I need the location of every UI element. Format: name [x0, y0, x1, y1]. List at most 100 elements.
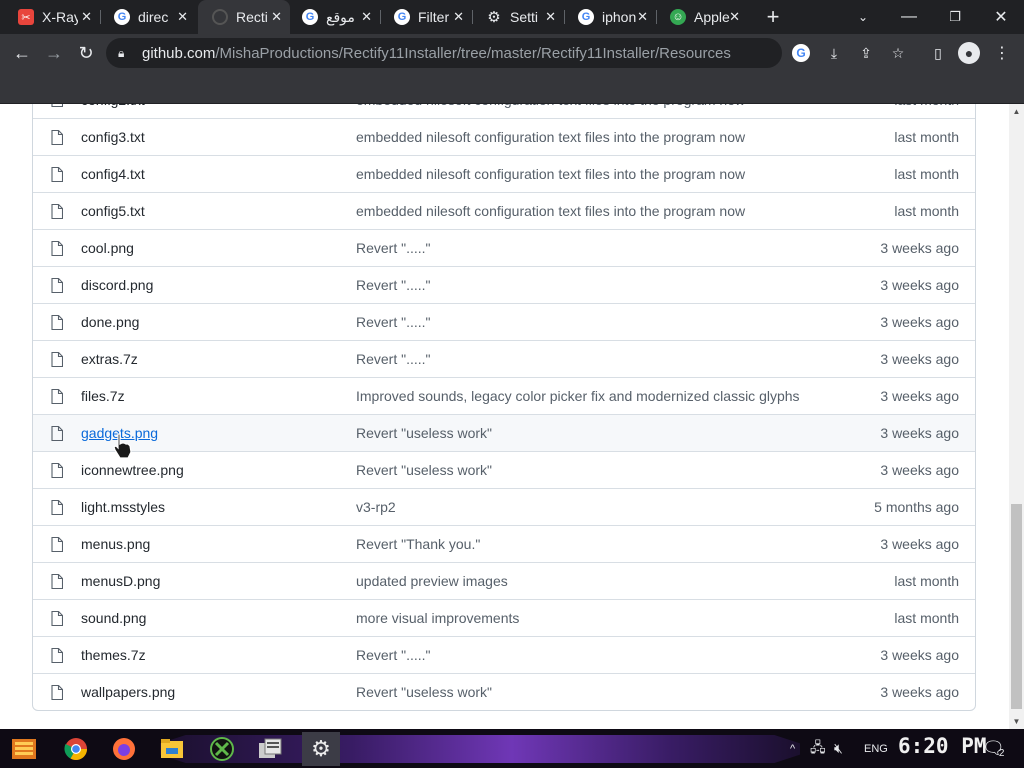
settings-taskbar-button[interactable]: ⚙ — [302, 732, 340, 766]
file-row[interactable]: sound.png more visual improvements last mo… — [33, 599, 975, 636]
start-button[interactable] — [8, 733, 40, 765]
file-row[interactable]: config3.txt embedded nilesoft configurati… — [33, 118, 975, 155]
file-explorer-taskbar-button[interactable] — [156, 733, 188, 765]
forward-button[interactable]: → — [40, 39, 68, 67]
file-name-link[interactable]: config4.txt — [81, 166, 145, 182]
file-name-link[interactable]: menus.png — [81, 536, 150, 552]
tray-overflow-icon[interactable]: ^ — [790, 729, 795, 768]
vertical-scrollbar[interactable]: ▲ ▼ — [1009, 104, 1024, 729]
close-icon[interactable]: ✕ — [729, 9, 740, 25]
tab-2-active[interactable]: Recti ✕ — [198, 0, 290, 34]
tab-7[interactable]: ☺ Apple ✕ — [656, 0, 748, 34]
commit-message-link[interactable]: Revert "useless work" — [356, 425, 492, 441]
file-row[interactable]: config5.txt embedded nilesoft configurati… — [33, 192, 975, 229]
close-icon[interactable]: ✕ — [271, 9, 282, 25]
file-row[interactable]: iconnewtree.png Revert "useless work" 3 we… — [33, 451, 975, 488]
task-manager-taskbar-button[interactable] — [254, 733, 286, 765]
tab-3[interactable]: G موقع ✕ — [288, 0, 381, 34]
commit-message-link[interactable]: embedded nilesoft configuration text fil… — [356, 166, 745, 182]
file-row[interactable]: gadgets.png Revert "useless work" 3 weeks … — [33, 414, 975, 451]
commit-message-link[interactable]: Improved sounds, legacy color picker fix… — [356, 388, 800, 404]
file-name-link[interactable]: config2.txt — [81, 104, 145, 108]
scrollbar-thumb[interactable] — [1011, 504, 1022, 709]
bookmark-star-icon[interactable]: ☆ — [888, 43, 908, 63]
file-row[interactable]: light.msstyles v3-rp2 5 months ago — [33, 488, 975, 525]
tab-5[interactable]: ⚙ Setti ✕ — [472, 0, 565, 34]
scroll-up-arrow-icon[interactable]: ▲ — [1009, 104, 1024, 119]
file-row[interactable]: discord.png Revert "....." 3 weeks ago — [33, 266, 975, 303]
firefox-taskbar-button[interactable] — [108, 733, 140, 765]
language-indicator[interactable]: ENG — [864, 729, 888, 768]
tab-0[interactable]: ✂ X-Ray ✕ — [4, 0, 101, 34]
commit-message-link[interactable]: more visual improvements — [356, 610, 519, 626]
volume-muted-icon[interactable]: 🔇︎ — [834, 729, 843, 768]
file-row[interactable]: files.7z Improved sounds, legacy color pi… — [33, 377, 975, 414]
file-name-link[interactable]: config5.txt — [81, 203, 145, 219]
commit-message-link[interactable]: Revert "useless work" — [356, 462, 492, 478]
menu-kebab-icon[interactable]: ⋮ — [992, 43, 1012, 63]
file-name-link[interactable]: cool.png — [81, 240, 134, 256]
scroll-down-arrow-icon[interactable]: ▼ — [1009, 714, 1024, 729]
file-row[interactable]: extras.7z Revert "....." 3 weeks ago — [33, 340, 975, 377]
commit-message-link[interactable]: embedded nilesoft configuration text fil… — [356, 104, 745, 108]
tab-search-button[interactable]: ⌄ — [840, 0, 886, 34]
share-icon[interactable]: ⇪ — [856, 43, 876, 63]
file-row[interactable]: config2.txt embedded nilesoft configurati… — [33, 104, 975, 118]
file-row[interactable]: config4.txt embedded nilesoft configurati… — [33, 155, 975, 192]
restore-button[interactable]: ❐ — [932, 0, 978, 34]
commit-message-link[interactable]: Revert "....." — [356, 647, 431, 663]
commit-message-link[interactable]: v3-rp2 — [356, 499, 396, 515]
close-icon[interactable]: ✕ — [177, 9, 188, 25]
file-name-link[interactable]: menusD.png — [81, 573, 160, 589]
file-name-link[interactable]: discord.png — [81, 277, 153, 293]
profile-avatar-icon[interactable]: ● — [958, 42, 980, 64]
commit-message-link[interactable]: Revert "....." — [356, 351, 431, 367]
file-name-link[interactable]: config3.txt — [81, 129, 145, 145]
close-icon[interactable]: ✕ — [81, 9, 92, 25]
close-icon[interactable]: ✕ — [545, 9, 556, 25]
xbox-taskbar-button[interactable] — [206, 733, 238, 765]
address-bar[interactable]: 🔒︎ github.com/MishaProductions/Rectify11… — [106, 38, 782, 68]
file-name-link[interactable]: themes.7z — [81, 647, 146, 663]
commit-message-link[interactable]: Revert "useless work" — [356, 684, 492, 700]
file-name-link[interactable]: files.7z — [81, 388, 125, 404]
file-name-link[interactable]: sound.png — [81, 610, 146, 626]
file-name-link[interactable]: done.png — [81, 314, 139, 330]
notification-center-button[interactable]: 🗨︎ 2 — [982, 729, 1005, 768]
commit-message-link[interactable]: embedded nilesoft configuration text fil… — [356, 203, 745, 219]
side-panel-icon[interactable]: ▯ — [928, 43, 948, 63]
file-name-link[interactable]: light.msstyles — [81, 499, 165, 515]
commit-message-link[interactable]: Revert "....." — [356, 240, 431, 256]
chrome-taskbar-button[interactable] — [60, 733, 92, 765]
file-row[interactable]: menus.png Revert "Thank you." 3 weeks ago — [33, 525, 975, 562]
file-name-link[interactable]: wallpapers.png — [81, 684, 175, 700]
reload-button[interactable]: ↻ — [72, 39, 100, 67]
file-name-link[interactable]: extras.7z — [81, 351, 138, 367]
commit-message-link[interactable]: Revert "....." — [356, 277, 431, 293]
tab-6[interactable]: G iphon ✕ — [564, 0, 657, 34]
tab-4[interactable]: G Filter ✕ — [380, 0, 473, 34]
firefox-icon — [113, 738, 135, 760]
file-name-link[interactable]: iconnewtree.png — [81, 462, 184, 478]
taskbar-clock[interactable]: 6:20 PM — [898, 734, 987, 758]
commit-message-link[interactable]: Revert "Thank you." — [356, 536, 480, 552]
file-row[interactable]: wallpapers.png Revert "useless work" 3 wee… — [33, 673, 975, 710]
network-icon[interactable]: 🖧︎ — [810, 729, 826, 768]
file-row[interactable]: themes.7z Revert "....." 3 weeks ago — [33, 636, 975, 673]
commit-message-link[interactable]: updated preview images — [356, 573, 508, 589]
commit-message-link[interactable]: embedded nilesoft configuration text fil… — [356, 129, 745, 145]
install-app-icon[interactable]: ⤓ — [824, 43, 844, 63]
file-row[interactable]: cool.png Revert "....." 3 weeks ago — [33, 229, 975, 266]
file-row[interactable]: menusD.png updated preview images last mon… — [33, 562, 975, 599]
close-icon[interactable]: ✕ — [637, 9, 648, 25]
close-icon[interactable]: ✕ — [453, 9, 464, 25]
tab-1[interactable]: G direc ✕ — [100, 0, 196, 34]
new-tab-button[interactable]: + — [754, 0, 792, 34]
file-row[interactable]: done.png Revert "....." 3 weeks ago — [33, 303, 975, 340]
google-lens-icon[interactable]: G — [792, 44, 810, 62]
close-icon[interactable]: ✕ — [361, 9, 372, 25]
window-close-button[interactable]: ✕ — [978, 0, 1024, 34]
minimize-button[interactable]: — — [886, 0, 932, 34]
commit-message-link[interactable]: Revert "....." — [356, 314, 431, 330]
back-button[interactable]: ← — [8, 39, 36, 67]
